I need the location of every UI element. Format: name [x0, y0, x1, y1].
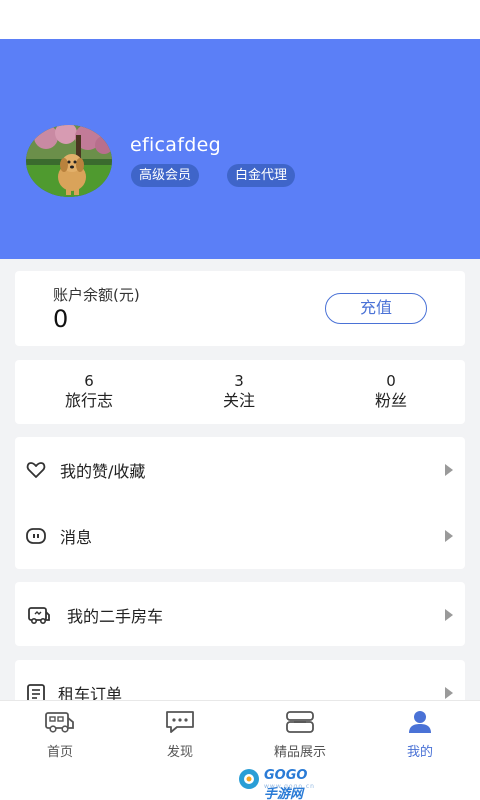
boxes-icon [286, 711, 314, 733]
balance-value: 0 [53, 305, 69, 333]
chat-bubble-icon [166, 711, 194, 733]
stat-label: 粉丝 [374, 391, 407, 410]
menu-item-likes[interactable]: 我的赞/收藏 [15, 437, 465, 503]
stat-travel-logs[interactable]: 6 旅行志 [34, 372, 144, 412]
stat-count: 6 [84, 372, 94, 390]
balance-card: 账户余额(元) 0 充值 [15, 271, 465, 346]
recharge-button[interactable]: 充值 [325, 293, 427, 324]
chevron-right-icon [445, 687, 453, 699]
stat-label: 关注 [222, 391, 255, 410]
tab-label: 发现 [166, 745, 193, 760]
tab-showcase[interactable]: 精品展示 [240, 701, 360, 763]
menu-item-label: 我的二手房车 [67, 607, 164, 626]
menu-item-used-rv[interactable]: 我的二手房车 [15, 582, 465, 648]
rv-icon [28, 607, 50, 625]
avatar-dog-photo [26, 125, 112, 197]
menu-card-social: 我的赞/收藏 消息 [15, 437, 465, 569]
stat-fans[interactable]: 0 粉丝 [336, 372, 446, 412]
avatar[interactable] [26, 125, 112, 197]
rv-icon [45, 712, 74, 733]
tab-label: 首页 [46, 745, 73, 760]
stat-count: 3 [234, 372, 244, 390]
tab-discover[interactable]: 发现 [120, 701, 240, 763]
tab-home[interactable]: 首页 [0, 701, 120, 763]
stats-card: 6 旅行志 3 关注 0 粉丝 [15, 360, 465, 424]
menu-item-label: 我的赞/收藏 [60, 462, 146, 481]
agent-level-badge: 白金代理 [227, 164, 296, 187]
stat-count: 0 [386, 372, 396, 390]
tab-label: 我的 [406, 745, 433, 760]
tab-label: 精品展示 [273, 745, 326, 760]
person-icon [409, 711, 431, 733]
watermark-logo-icon [239, 769, 259, 789]
member-level-badge: 高级会员 [131, 164, 200, 187]
tab-mine[interactable]: 我的 [360, 701, 480, 763]
bottom-tab-bar: 首页 发现 精品展示 我的 [0, 700, 480, 762]
stat-label: 旅行志 [64, 391, 113, 410]
chevron-right-icon [445, 530, 453, 542]
heart-icon [26, 462, 46, 478]
chevron-right-icon [445, 464, 453, 476]
watermark-url: www.gogo.cn [264, 783, 315, 790]
status-bar [0, 0, 480, 39]
menu-card-used-rv: 我的二手房车 [15, 582, 465, 646]
chevron-right-icon [445, 609, 453, 621]
menu-item-messages[interactable]: 消息 [15, 503, 465, 569]
menu-item-label: 消息 [60, 528, 93, 547]
stat-following[interactable]: 3 关注 [184, 372, 294, 412]
balance-label: 账户余额(元) [53, 286, 140, 304]
message-icon [26, 528, 46, 544]
username: eficafdeg [130, 134, 221, 156]
